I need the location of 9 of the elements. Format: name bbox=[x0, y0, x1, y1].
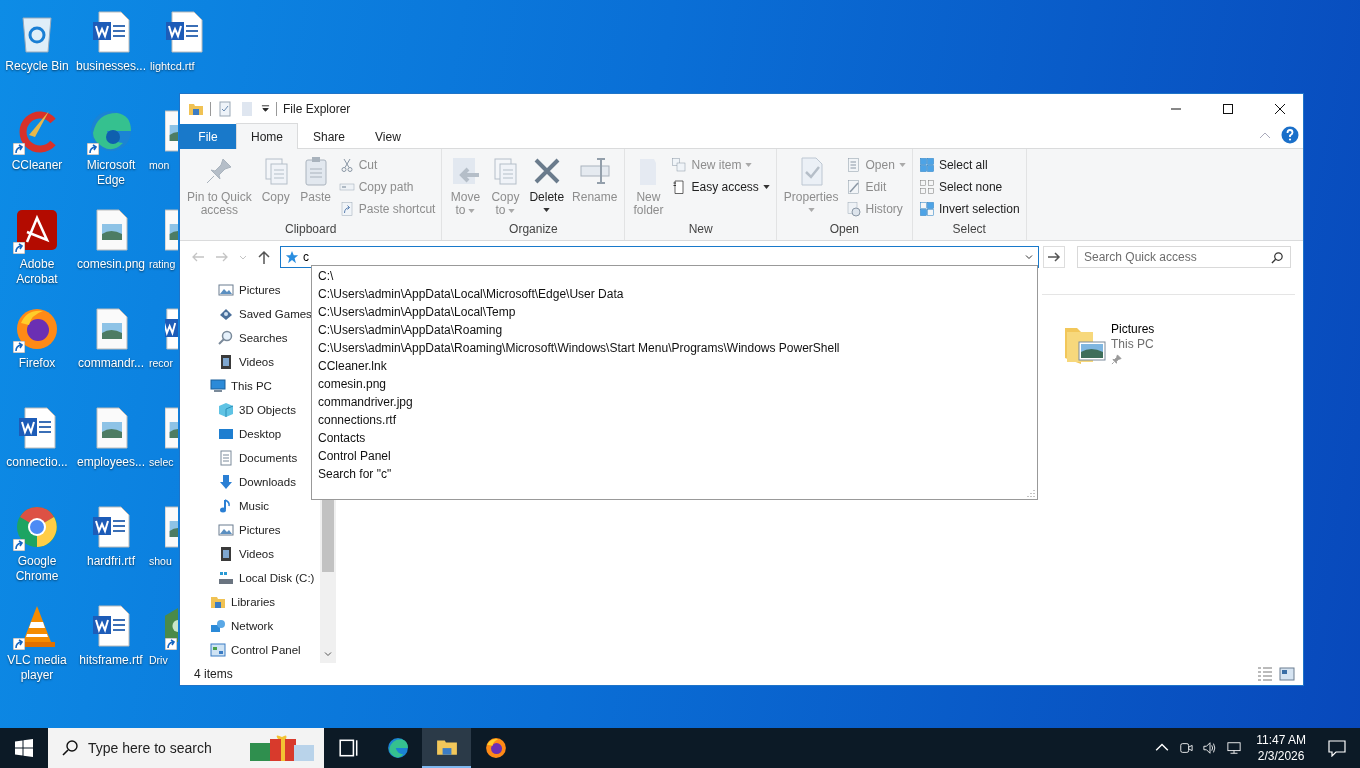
group-label: Organize bbox=[508, 222, 559, 238]
group-label: Clipboard bbox=[284, 222, 338, 238]
status-text: 4 items bbox=[194, 667, 233, 681]
group-label: Open bbox=[828, 222, 861, 238]
folder-location: This PC bbox=[1111, 337, 1155, 352]
group-label: New bbox=[687, 222, 714, 238]
folder-name: Pictures bbox=[1111, 322, 1155, 337]
group-label: Select bbox=[951, 222, 987, 238]
window-title: File Explorer bbox=[283, 101, 351, 116]
